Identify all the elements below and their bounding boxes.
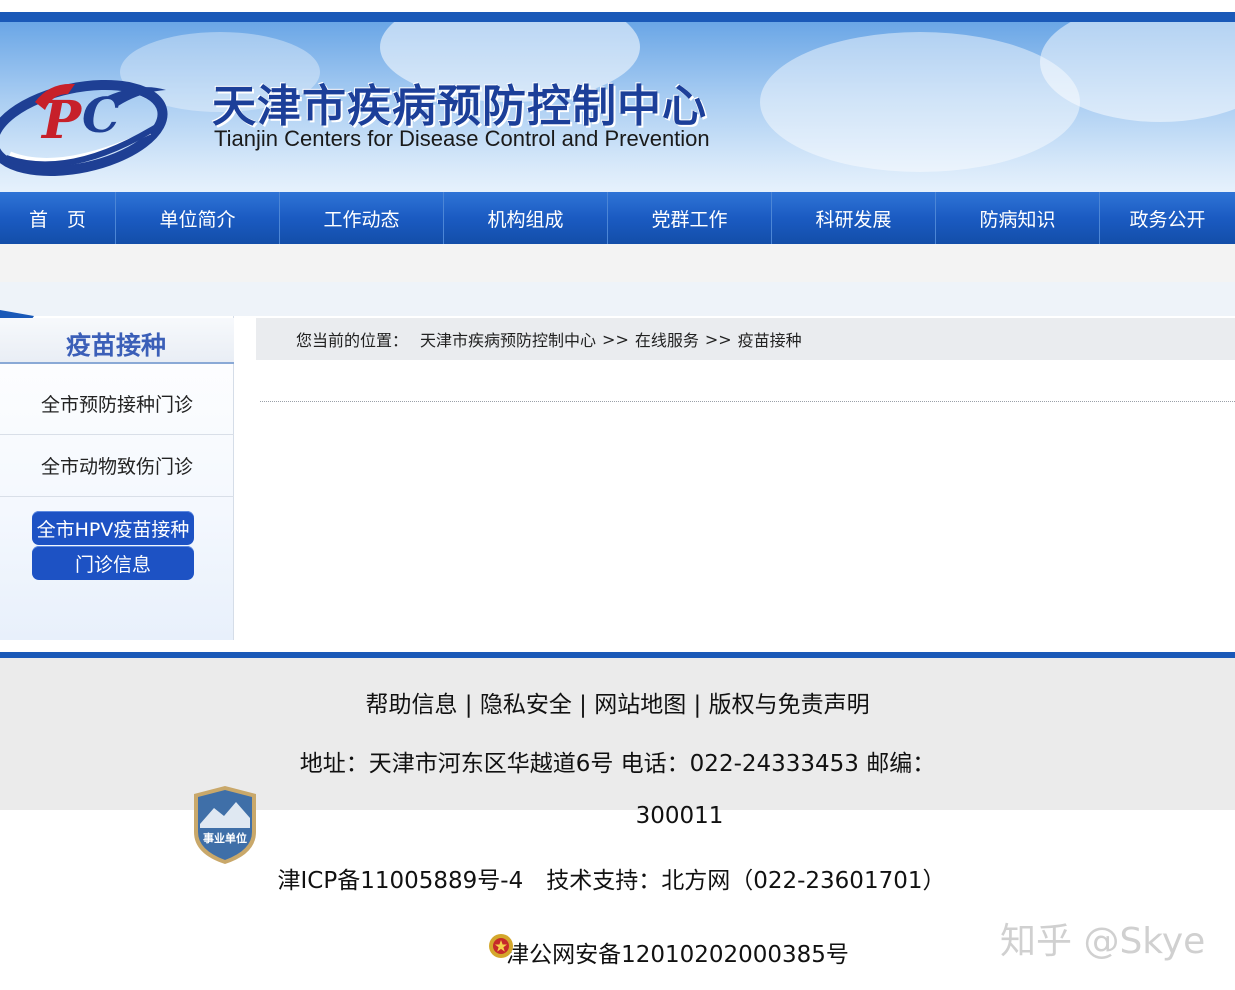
sidebar-item-hpv-clinics-info[interactable]: 门诊信息 (32, 546, 194, 580)
breadcrumb-link-online-services[interactable]: 在线服务 (635, 327, 699, 351)
nav-item-organization[interactable]: 机构组成 (444, 192, 608, 244)
breadcrumb-link-home[interactable]: 天津市疾病预防控制中心 (420, 327, 596, 351)
breadcrumb-separator: >> (704, 329, 732, 349)
site-subtitle: Tianjin Centers for Disease Control and … (214, 126, 710, 151)
footer-link-disclaimer[interactable]: 版权与免责声明 (709, 692, 870, 718)
sidebar-header: 疫苗接种 (0, 318, 234, 364)
footer-link-separator: | (693, 692, 702, 718)
nav-item-party-work[interactable]: 党群工作 (608, 192, 772, 244)
top-strip (0, 0, 1235, 12)
svg-text:P: P (40, 90, 83, 151)
nav-item-public-affairs[interactable]: 政务公开 (1100, 192, 1235, 244)
site-title: 天津市疾病预防控制中心 (212, 81, 707, 132)
footer-links: 帮助信息 | 隐私安全 | 网站地图 | 版权与免责声明 (0, 685, 1235, 719)
footer-link-separator: | (464, 692, 473, 718)
footer-link-separator: | (579, 692, 587, 718)
nav-item-home[interactable]: 首 页 (0, 192, 116, 244)
cdc-logo-icon[interactable]: P C (0, 62, 175, 182)
banner-cloud (760, 32, 1080, 172)
footer-link-help[interactable]: 帮助信息 (365, 692, 457, 718)
nav-item-news[interactable]: 工作动态 (280, 192, 444, 244)
svg-text:事业单位: 事业单位 (203, 831, 247, 845)
breadcrumb: 您当前的位置： 天津市疾病预防控制中心 >> 在线服务 >> 疫苗接种 (256, 318, 1235, 360)
breadcrumb-current[interactable]: 疫苗接种 (738, 327, 802, 351)
public-institution-badge-icon[interactable]: 事业单位 (190, 784, 260, 866)
footer-link-privacy[interactable]: 隐私安全 (480, 692, 572, 718)
sub-nav-bar (0, 244, 1235, 282)
watermark: 知乎 @Skye (1000, 921, 1206, 962)
nav-item-about[interactable]: 单位简介 (116, 192, 280, 244)
police-emblem-icon (489, 934, 513, 958)
footer-address: 地址：天津市河东区华越道6号 电话：022-24333453 邮编： (299, 751, 936, 777)
sidebar-item-vaccination-clinics[interactable]: 全市预防接种门诊 (0, 373, 234, 435)
top-accent-bar (0, 12, 1235, 22)
nav-item-disease-knowledge[interactable]: 防病知识 (936, 192, 1100, 244)
site-banner: P C 天津市疾病预防控制中心 Tianjin Centers for Dise… (0, 22, 1235, 192)
sidebar-title: 疫苗接种 (66, 331, 167, 360)
footer-icp[interactable]: 津ICP备11005889号-4 技术支持：北方网（022-23601701） (0, 861, 1229, 895)
footer-link-sitemap[interactable]: 网站地图 (594, 692, 686, 718)
content-divider (260, 401, 1235, 402)
sidebar-item-animal-injury-clinics[interactable]: 全市动物致伤门诊 (0, 435, 234, 497)
footer-background (0, 658, 1235, 810)
main-nav: 首 页 单位简介 工作动态 机构组成 党群工作 科研发展 防病知识 政务公开 (0, 192, 1235, 244)
breadcrumb-prefix: 您当前的位置： (296, 331, 409, 350)
sidebar-item-hpv-clinics[interactable]: 全市HPV疫苗接种 (32, 511, 194, 545)
content-top-band (0, 282, 1235, 316)
nav-item-research[interactable]: 科研发展 (772, 192, 936, 244)
breadcrumb-separator: >> (602, 329, 629, 349)
